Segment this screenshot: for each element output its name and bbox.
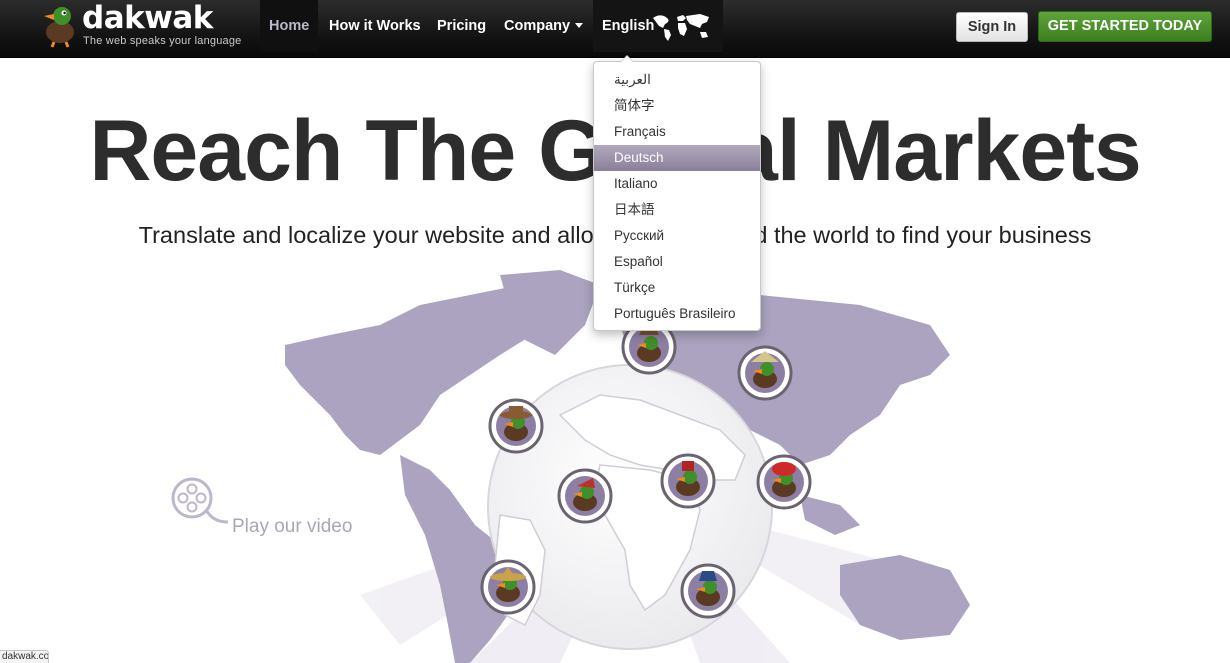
top-navbar: dakwak The web speaks your language Home… (0, 0, 1230, 58)
film-reel-icon (171, 477, 229, 524)
language-option-portuguese-br[interactable]: Português Brasileiro (594, 301, 760, 327)
brand-logo[interactable]: dakwak The web speaks your language (40, 0, 250, 52)
brand-name: dakwak (82, 0, 213, 36)
caret-down-icon (575, 22, 584, 28)
world-map-icon (653, 14, 709, 41)
play-video-link[interactable]: Play our video (168, 476, 368, 546)
language-option-italian[interactable]: Italiano (594, 171, 760, 197)
get-started-button[interactable]: GET STARTED TODAY (1038, 11, 1212, 42)
nav-company-dropdown[interactable]: Company (495, 0, 592, 52)
language-option-russian[interactable]: Русский (594, 223, 760, 249)
language-option-german[interactable]: Deutsch (594, 145, 760, 171)
language-option-turkish[interactable]: Türkçe (594, 275, 760, 301)
nav-pricing[interactable]: Pricing (428, 0, 495, 52)
status-bar-url: dakwak.com (0, 650, 49, 663)
language-option-japanese[interactable]: 日本語 (594, 197, 760, 223)
language-selector-label: English (602, 18, 655, 34)
nav-how-it-works[interactable]: How it Works (320, 0, 430, 52)
language-option-french[interactable]: Français (594, 119, 760, 145)
page: dakwak The web speaks your language Home… (0, 0, 1230, 663)
language-option-arabic[interactable]: العربية (594, 67, 760, 93)
sign-in-button[interactable]: Sign In (956, 12, 1028, 42)
nav-home[interactable]: Home (260, 0, 319, 52)
nav-company-label: Company (504, 18, 571, 34)
language-option-spanish[interactable]: Español (594, 249, 760, 275)
play-video-label: Play our video (232, 516, 353, 537)
duck-logo-icon (44, 7, 74, 48)
brand-tagline: The web speaks your language (83, 35, 242, 47)
language-option-chinese[interactable]: 简体字 (594, 93, 760, 119)
language-selector[interactable]: English (593, 0, 723, 52)
language-dropdown-menu: العربية 简体字 Français Deutsch Italiano 日本… (593, 55, 761, 331)
